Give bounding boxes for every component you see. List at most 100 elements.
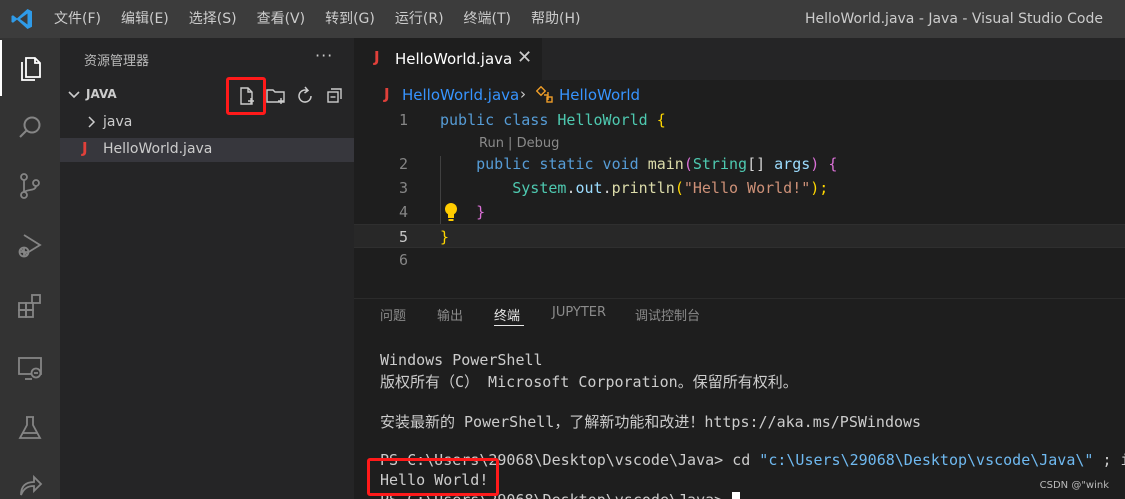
- line-number: 2: [398, 155, 408, 173]
- panel-tabs: 问题 输出 终端 JUPYTER 调试控制台: [354, 299, 1125, 329]
- token: String: [692, 155, 748, 173]
- remote-explorer-icon[interactable]: [0, 340, 60, 396]
- line-number: 3: [398, 179, 408, 197]
- breadcrumb-separator: ›: [520, 85, 526, 103]
- token: System: [512, 179, 567, 197]
- chevron-right-icon: [88, 116, 96, 128]
- class-symbol-icon: [536, 86, 553, 103]
- java-file-icon: J: [374, 48, 380, 66]
- code-line-2[interactable]: 2 public static void main(String[] args)…: [354, 152, 1125, 176]
- token: HelloWorld: [557, 111, 648, 129]
- token: main: [647, 155, 684, 173]
- testing-icon[interactable]: [0, 400, 60, 456]
- menu-bar: 文件(F) 编辑(E) 选择(S) 查看(V) 转到(G) 运行(R) 终端(T…: [44, 0, 590, 38]
- token: println: [611, 179, 675, 197]
- token: }: [440, 228, 450, 246]
- extensions-icon[interactable]: [0, 278, 60, 334]
- chevron-down-icon: [68, 91, 80, 99]
- title-bar: 文件(F) 编辑(E) 选择(S) 查看(V) 转到(G) 运行(R) 终端(T…: [0, 0, 1125, 38]
- line-number: 4: [398, 203, 408, 221]
- tab-helloworld-java[interactable]: J HelloWorld.java ✕: [354, 38, 542, 80]
- token: {: [647, 111, 666, 129]
- breadcrumb: J HelloWorld.java › HelloWorld: [354, 82, 1125, 106]
- terminal-path-string: "c:\Users\29068\Desktop\vscode\Java\": [759, 451, 1094, 469]
- tab-terminal[interactable]: 终端: [494, 305, 520, 324]
- live-share-icon[interactable]: [0, 458, 60, 499]
- tab-output[interactable]: 输出: [437, 305, 463, 324]
- code-text: public class HelloWorld {: [440, 111, 666, 129]
- tab-problems[interactable]: 问题: [380, 305, 406, 324]
- workspace-folder-header[interactable]: JAVA: [60, 83, 354, 107]
- token: (: [674, 179, 684, 197]
- source-control-icon[interactable]: [0, 158, 60, 214]
- watermark: CSDN @"wink: [1039, 480, 1109, 491]
- tree-item-helloworld-java[interactable]: J HelloWorld.java: [60, 138, 354, 162]
- tree-item-label: java: [103, 114, 133, 130]
- new-folder-icon[interactable]: [265, 85, 287, 107]
- breadcrumb-file[interactable]: HelloWorld.java: [402, 86, 519, 104]
- active-tab-indicator: [494, 325, 524, 326]
- close-icon[interactable]: ✕: [517, 47, 532, 68]
- code-text: }: [440, 228, 449, 246]
- token: []: [747, 155, 775, 173]
- search-icon[interactable]: [0, 100, 60, 156]
- vscode-logo-icon[interactable]: [10, 7, 34, 31]
- code-line-6[interactable]: 6: [354, 248, 1125, 272]
- tab-jupyter[interactable]: JUPYTER: [552, 305, 606, 320]
- token: "Hello World!": [683, 179, 811, 197]
- codelens-run-debug[interactable]: Run | Debug: [479, 136, 559, 151]
- menu-go[interactable]: 转到(G): [315, 0, 385, 38]
- token: }: [476, 203, 486, 221]
- terminal-line: 版权所有（C） Microsoft Corporation。保留所有权利。: [380, 373, 798, 391]
- token: ): [810, 155, 829, 173]
- line-number: 5: [398, 228, 408, 246]
- refresh-icon[interactable]: [294, 85, 316, 107]
- explorer-sidebar: 资源管理器 ··· JAVA java J HelloWorld.java: [60, 38, 354, 499]
- menu-file[interactable]: 文件(F): [44, 0, 111, 38]
- menu-selection[interactable]: 选择(S): [179, 0, 247, 38]
- terminal-text: ; i: [1102, 451, 1125, 469]
- explorer-title: 资源管理器: [84, 54, 150, 69]
- editor-tabs: J HelloWorld.java ✕: [354, 38, 1125, 80]
- code-line-1[interactable]: 1 public class HelloWorld {: [354, 108, 1125, 132]
- java-file-icon: J: [384, 85, 390, 103]
- terminal-cursor: [732, 492, 741, 499]
- token: public static void: [476, 155, 648, 173]
- token: (: [683, 155, 693, 173]
- code-text: System.out.println("Hello World!");: [440, 179, 828, 197]
- token: {: [828, 155, 838, 173]
- menu-edit[interactable]: 编辑(E): [111, 0, 179, 38]
- code-line-3[interactable]: 3 System.out.println("Hello World!");: [354, 176, 1125, 200]
- menu-view[interactable]: 查看(V): [247, 0, 316, 38]
- tab-debug-console[interactable]: 调试控制台: [635, 305, 700, 324]
- menu-run[interactable]: 运行(R): [385, 0, 454, 38]
- run-debug-icon[interactable]: [0, 218, 60, 274]
- token: out: [575, 179, 603, 197]
- more-actions-icon[interactable]: ···: [315, 46, 333, 65]
- explorer-icon[interactable]: [0, 40, 60, 96]
- hello-output-highlight-annotation: [367, 458, 499, 496]
- token: .: [602, 179, 612, 197]
- menu-help[interactable]: 帮助(H): [521, 0, 590, 38]
- token: args: [774, 155, 811, 173]
- tree-item-java-folder[interactable]: java: [60, 111, 354, 135]
- token: public class: [440, 111, 558, 129]
- terminal-line: Windows PowerShell: [380, 351, 543, 369]
- collapse-all-icon[interactable]: [324, 85, 346, 107]
- token: );: [810, 179, 829, 197]
- code-text: public static void main(String[] args) {: [440, 155, 837, 173]
- code-line-4[interactable]: 4 }: [354, 200, 1125, 224]
- code-line-5[interactable]: 5 }: [354, 224, 1125, 248]
- window-title: HelloWorld.java - Java - Visual Studio C…: [805, 11, 1103, 27]
- activity-bar: [0, 38, 60, 499]
- tree-item-label: HelloWorld.java: [103, 141, 213, 157]
- menu-terminal[interactable]: 终端(T): [454, 0, 521, 38]
- editor-group: J HelloWorld.java ✕ J HelloWorld.java › …: [354, 38, 1125, 298]
- tab-label: HelloWorld.java: [395, 50, 513, 68]
- breadcrumb-class[interactable]: HelloWorld: [559, 86, 640, 104]
- java-file-icon: J: [82, 139, 88, 157]
- code-text: }: [440, 203, 485, 221]
- line-number: 6: [398, 251, 408, 269]
- workspace-folder-name: JAVA: [86, 87, 117, 101]
- new-file-highlight-annotation: [226, 77, 266, 115]
